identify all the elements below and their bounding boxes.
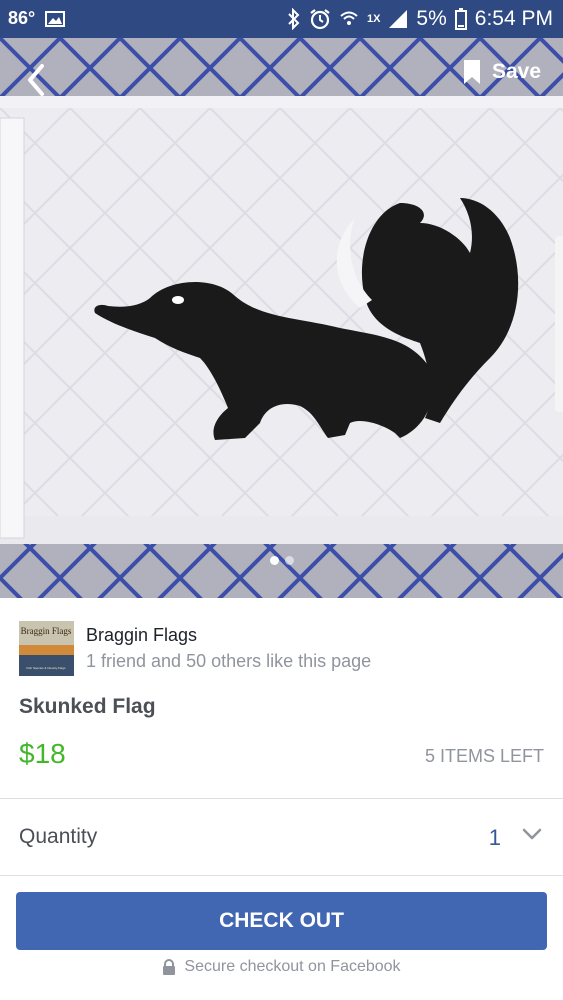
stock-count: 5 ITEMS LEFT [424, 746, 544, 766]
bluetooth-icon [287, 8, 301, 30]
quantity-selector[interactable]: Quantity 1 [0, 799, 563, 875]
battery-percent-text: 5% [416, 7, 447, 30]
seller-name[interactable]: Braggin Flags [86, 625, 371, 646]
status-bar: 86° 1X 5% 6:54 PM [0, 0, 563, 38]
save-label: Save [491, 60, 541, 83]
skunk-flag-photo [0, 38, 563, 598]
logo-text-sub: Fish Species & Novelty Flags [26, 666, 66, 670]
clock-text: 6:54 PM [474, 7, 553, 30]
signal-icon [388, 9, 408, 29]
chevron-left-icon [28, 64, 44, 96]
seller-info[interactable]: Braggin Flags Fish Species & Novelty Fla… [19, 621, 371, 676]
chevron-down-icon[interactable] [521, 827, 543, 841]
temperature-text: 86° [8, 8, 36, 28]
carousel-dots [0, 556, 563, 565]
quantity-value[interactable]: 1 [489, 825, 501, 851]
secure-checkout-text: Secure checkout on Facebook [184, 958, 401, 975]
carousel-dot-active[interactable] [269, 556, 279, 565]
product-title: Skunked Flag [19, 695, 156, 718]
product-price: $18 [19, 738, 66, 769]
seller-likes-text: 1 friend and 50 others like this page [86, 651, 372, 671]
network-speed-text: 1X [366, 13, 381, 25]
product-image-carousel[interactable]: Save [0, 38, 563, 598]
save-button[interactable]: Save [463, 60, 541, 84]
secure-checkout-note: Secure checkout on Facebook [0, 958, 563, 976]
quantity-label: Quantity [19, 825, 98, 848]
checkout-button[interactable]: CHECK OUT [16, 892, 547, 950]
seller-logo[interactable]: Braggin Flags Fish Species & Novelty Fla… [19, 621, 74, 676]
alarm-icon [309, 8, 331, 30]
bookmark-icon [463, 60, 480, 84]
carousel-next-peek[interactable] [555, 236, 563, 412]
wifi-icon [339, 9, 359, 29]
carousel-dot[interactable] [284, 556, 294, 565]
logo-text-main: Braggin Flags [21, 626, 72, 636]
back-button[interactable] [18, 60, 58, 100]
lock-icon [163, 959, 176, 975]
image-notification-icon [45, 10, 66, 27]
divider [0, 875, 563, 876]
battery-icon [454, 8, 467, 30]
